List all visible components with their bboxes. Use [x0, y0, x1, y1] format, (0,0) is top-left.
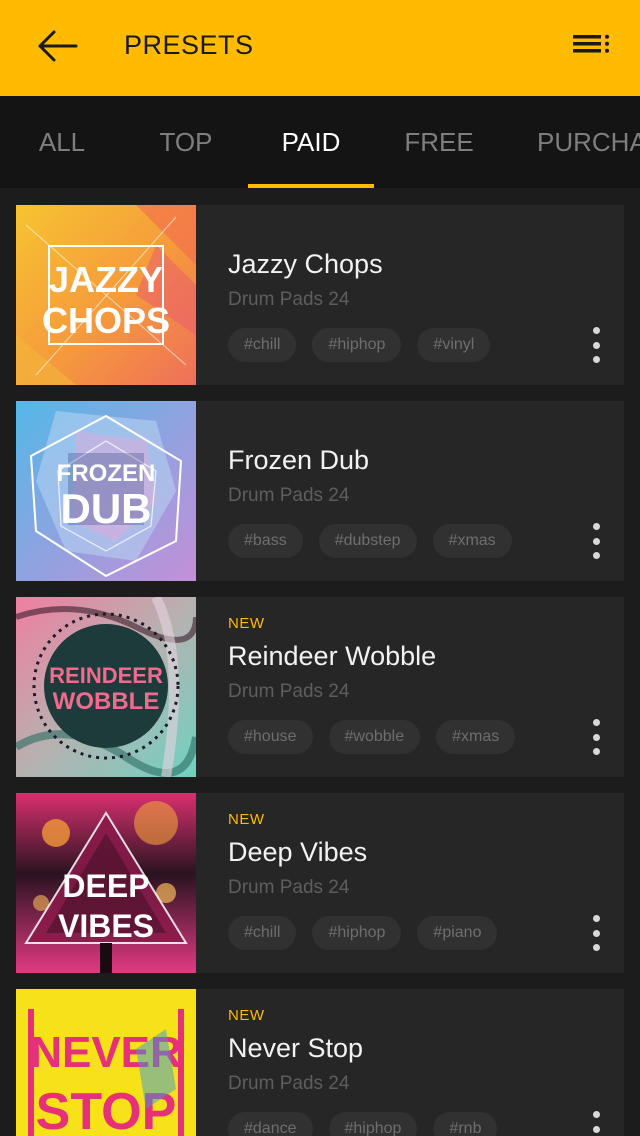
tab-label: PAID: [281, 126, 341, 157]
new-badge: NEW: [228, 1007, 265, 1024]
preset-subtitle: Drum Pads 24: [228, 485, 350, 506]
preset-name: Frozen Dub: [228, 445, 370, 475]
dot: [592, 719, 600, 726]
tab-top[interactable]: TOP: [136, 96, 236, 188]
tab-label: ALL: [38, 126, 86, 157]
preset-name: Deep Vibes: [228, 837, 368, 867]
cover-title-line2: VIBES: [58, 908, 154, 944]
more-options-button[interactable]: [584, 913, 608, 953]
tab-purchased[interactable]: PURCHA: [537, 96, 640, 188]
new-badge: NEW: [228, 615, 265, 632]
menu-button[interactable]: [572, 30, 612, 66]
preset-subtitle: Drum Pads 24: [228, 681, 350, 702]
dot: [592, 929, 600, 937]
cover-art-never-stop: NEVER STOP: [16, 989, 196, 1136]
preset-name: Reindeer Wobble: [228, 641, 437, 671]
preset-card-reindeer-wobble[interactable]: REINDEER WOBBLE NEW Reindeer Wobble Drum…: [16, 597, 624, 777]
preset-name: Jazzy Chops: [228, 249, 383, 279]
tag-chip[interactable]: #xmas: [436, 720, 516, 754]
cover-art-frozen-dub: FROZEN DUB: [16, 401, 196, 581]
preset-card-never-stop[interactable]: NEVER STOP NEW Never Stop Drum Pads 24 #…: [16, 989, 624, 1136]
menu-list-icon: [573, 34, 611, 63]
back-button[interactable]: [32, 28, 80, 68]
preset-subtitle: Drum Pads 24: [228, 289, 350, 310]
cover-title-line2: CHOPS: [42, 300, 170, 341]
tag-chip[interactable]: #hiphop: [312, 916, 402, 950]
tag-chip[interactable]: #dance: [228, 1112, 313, 1136]
tab-label: FREE: [404, 126, 474, 157]
tag-list: #house #wobble #xmas: [228, 720, 516, 754]
dot: [592, 356, 600, 363]
tag-chip[interactable]: #hiphop: [328, 1112, 418, 1136]
tag-chip[interactable]: #vinyl: [417, 328, 491, 362]
arrow-left-icon: [34, 28, 78, 69]
preset-card-deep-vibes[interactable]: DEEP VIBES NEW Deep Vibes Drum Pads 24 #…: [16, 793, 624, 973]
tag-chip[interactable]: #chill: [228, 328, 297, 362]
preset-card-frozen-dub[interactable]: FROZEN DUB Frozen Dub Drum Pads 24 #bass…: [16, 401, 624, 581]
dot: [592, 748, 600, 755]
tab-all[interactable]: ALL: [16, 96, 108, 188]
more-options-button[interactable]: [584, 1109, 608, 1136]
tag-list: #dance #hiphop #rnb: [228, 1112, 498, 1136]
tab-bar: ALL TOP PAID FREE PURCHA: [0, 96, 640, 188]
more-options-button[interactable]: [584, 325, 608, 365]
cover-art-reindeer-wobble: REINDEER WOBBLE: [16, 597, 196, 777]
cover-title-line1: FROZEN: [57, 460, 156, 487]
tag-chip[interactable]: #wobble: [328, 720, 421, 754]
dot: [592, 944, 600, 951]
tag-chip[interactable]: #rnb: [433, 1112, 498, 1136]
app-bar: PRESETS: [0, 0, 640, 96]
tag-list: #chill #hiphop #vinyl: [228, 328, 491, 362]
preset-subtitle: Drum Pads 24: [228, 877, 350, 898]
more-options-button[interactable]: [584, 521, 608, 561]
preset-name: Never Stop: [228, 1033, 364, 1063]
dot: [592, 537, 600, 545]
tag-list: #chill #hiphop #piano: [228, 916, 498, 950]
page-title: PRESETS: [124, 30, 254, 60]
tag-chip[interactable]: #hiphop: [312, 328, 402, 362]
tab-paid[interactable]: PAID: [248, 96, 374, 188]
preset-card-jazzy-chops[interactable]: JAZZY CHOPS Jazzy Chops Drum Pads 24 #ch…: [16, 205, 624, 385]
tag-chip[interactable]: #house: [228, 720, 313, 754]
preset-subtitle: Drum Pads 24: [228, 1073, 350, 1094]
cover-art-jazzy-chops: JAZZY CHOPS: [16, 205, 196, 385]
dot: [592, 327, 600, 334]
dot: [592, 341, 600, 349]
cover-title-line2: WOBBLE: [53, 688, 160, 715]
tab-free[interactable]: FREE: [386, 96, 492, 188]
cover-title-line2: DUB: [61, 485, 152, 532]
tag-chip[interactable]: #piano: [417, 916, 498, 950]
cover-title-line1: DEEP: [62, 868, 149, 904]
more-options-button[interactable]: [584, 717, 608, 757]
tab-label: TOP: [159, 126, 213, 157]
dot: [592, 523, 600, 530]
cover-title-line1: REINDEER: [49, 663, 163, 688]
cover-art-deep-vibes: DEEP VIBES: [16, 793, 196, 973]
cover-title-line1: JAZZY: [49, 259, 163, 300]
dot: [592, 733, 600, 741]
app-root: PRESETS ALL TOP PAID FREE PURCHA JAZZY C…: [0, 0, 640, 1136]
dot: [592, 1111, 600, 1118]
dot: [592, 552, 600, 559]
tag-chip[interactable]: #bass: [228, 524, 303, 558]
tab-label: PURCHA: [537, 126, 640, 157]
active-tab-indicator: [248, 184, 374, 188]
tag-chip[interactable]: #xmas: [432, 524, 512, 558]
tag-chip[interactable]: #chill: [228, 916, 297, 950]
tag-chip[interactable]: #dubstep: [318, 524, 417, 558]
new-badge: NEW: [228, 811, 265, 828]
dot: [592, 1125, 600, 1133]
tag-list: #bass #dubstep #xmas: [228, 524, 512, 558]
dot: [592, 915, 600, 922]
